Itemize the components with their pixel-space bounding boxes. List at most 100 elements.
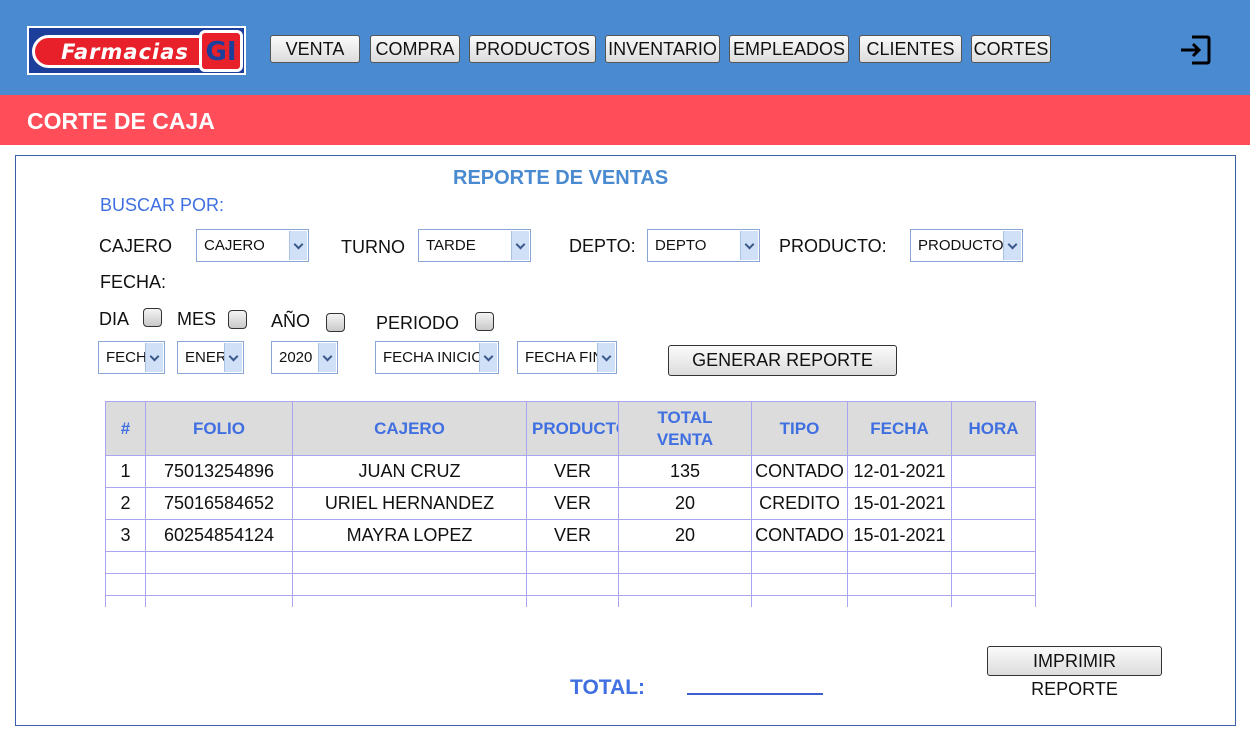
page-title: CORTE DE CAJA (27, 108, 215, 134)
page-title-bar: CORTE DE CAJA (0, 95, 1250, 145)
cell-cajero: URIEL HERNANDEZ (292, 487, 527, 520)
anio-select[interactable]: 2020 (271, 341, 338, 374)
nav-inventario-button[interactable]: INVENTARIO (605, 35, 720, 63)
nav-clientes-button[interactable]: CLIENTES (859, 35, 962, 63)
sales-table: # FOLIO CAJERO PRODUCTO TOTAL VENTA TIPO… (105, 401, 1036, 607)
cell-tipo (751, 573, 848, 596)
farmacias-logo: Farmacias GI (27, 26, 246, 75)
cell-folio: 60254854124 (145, 519, 293, 552)
cell-fecha: 15-01-2021 (847, 487, 952, 520)
chevron-down-icon (740, 231, 758, 260)
cell-hora (951, 551, 1036, 574)
cell-producto: VER (526, 487, 619, 520)
cell-hora (951, 487, 1036, 520)
cell-total: 20 (618, 519, 752, 552)
cell-tipo: CONTADO (751, 455, 848, 488)
cajero-label: CAJERO (99, 236, 173, 256)
cell-producto: VER (526, 519, 619, 552)
table-header-number: # (105, 401, 146, 456)
cell-fecha: 12-01-2021 (847, 455, 952, 488)
turno-label: TURNO (341, 237, 405, 257)
cell-producto (526, 595, 619, 607)
nav-cortes-button[interactable]: CORTES (971, 35, 1051, 63)
producto-label: PRODUCTO: (779, 236, 887, 256)
fecha-inicio-select[interactable]: FECHA INICIO (375, 341, 499, 374)
table-header-folio: FOLIO (145, 401, 293, 456)
generate-report-button[interactable]: GENERAR REPORTE (668, 345, 897, 376)
cell-number (105, 595, 146, 607)
table-header-hora: HORA (951, 401, 1036, 456)
fecha-select[interactable]: FECHA (98, 341, 165, 374)
logout-icon[interactable] (1178, 33, 1212, 67)
dia-label: DIA (99, 309, 130, 329)
mes-label: MES (177, 309, 217, 329)
logo-mark: GI (205, 37, 237, 67)
depto-label: DEPTO: (569, 236, 636, 256)
anio-label: AÑO (271, 311, 311, 331)
mes-select[interactable]: ENERO (177, 341, 244, 374)
cell-number: 1 (105, 455, 146, 488)
cell-hora (951, 455, 1036, 488)
cell-cajero (292, 595, 527, 607)
cell-number (105, 551, 146, 574)
chevron-down-icon (479, 343, 497, 372)
cell-folio: 75013254896 (145, 455, 293, 488)
producto-select[interactable]: PRODUCTO (910, 229, 1023, 262)
cell-producto (526, 573, 619, 596)
top-bar: Farmacias GI VENTA COMPRA PRODUCTOS INVE… (0, 0, 1250, 95)
search-by-label: BUSCAR POR: (100, 195, 225, 215)
cell-fecha (847, 595, 952, 607)
periodo-label: PERIODO (376, 313, 460, 333)
cell-hora (951, 595, 1036, 607)
cell-fecha (847, 573, 952, 596)
cell-total (618, 573, 752, 596)
table-header-tipo: TIPO (751, 401, 848, 456)
cell-cajero (292, 551, 527, 574)
cell-folio (145, 551, 293, 574)
cell-tipo (751, 551, 848, 574)
cell-hora (951, 519, 1036, 552)
cell-producto (526, 551, 619, 574)
chevron-down-icon (1003, 231, 1021, 260)
cell-total (618, 595, 752, 607)
periodo-checkbox[interactable] (475, 312, 494, 331)
cell-hora (951, 573, 1036, 596)
cell-number (105, 573, 146, 596)
mes-checkbox[interactable] (228, 310, 247, 329)
total-value-line (687, 693, 823, 695)
nav-productos-button[interactable]: PRODUCTOS (469, 35, 596, 63)
cell-tipo: CREDITO (751, 487, 848, 520)
cell-folio (145, 595, 293, 607)
fecha-fin-select[interactable]: FECHA FIN (517, 341, 617, 374)
chevron-down-icon (597, 343, 615, 372)
cell-cajero: MAYRA LOPEZ (292, 519, 527, 552)
logo-text: Farmacias (61, 40, 189, 64)
cell-producto: VER (526, 455, 619, 488)
cell-fecha: 15-01-2021 (847, 519, 952, 552)
cell-folio: 75016584652 (145, 487, 293, 520)
fecha-label: FECHA: (100, 272, 167, 292)
chevron-down-icon (318, 343, 336, 372)
turno-select[interactable]: TARDE (418, 229, 531, 262)
cell-tipo: CONTADO (751, 519, 848, 552)
nav-compra-button[interactable]: COMPRA (370, 35, 460, 63)
nav-empleados-button[interactable]: EMPLEADOS (729, 35, 849, 63)
cell-cajero (292, 573, 527, 596)
depto-select[interactable]: DEPTO (647, 229, 760, 262)
cell-tipo (751, 595, 848, 607)
print-report-button[interactable]: IMPRIMIR REPORTE (987, 646, 1162, 699)
total-label: TOTAL: (570, 676, 646, 699)
chevron-down-icon (145, 343, 163, 372)
dia-checkbox[interactable] (143, 308, 162, 327)
chevron-down-icon (289, 231, 307, 260)
report-title: REPORTE DE VENTAS (453, 167, 669, 189)
cell-cajero: JUAN CRUZ (292, 455, 527, 488)
report-panel: REPORTE DE VENTAS BUSCAR POR: CAJERO CAJ… (15, 155, 1236, 726)
nav-venta-button[interactable]: VENTA (270, 35, 360, 63)
cell-total (618, 551, 752, 574)
table-header-total-venta: TOTAL VENTA (618, 401, 752, 456)
cajero-select[interactable]: CAJERO (196, 229, 309, 262)
anio-checkbox[interactable] (326, 313, 345, 332)
cell-folio (145, 573, 293, 596)
chevron-down-icon (511, 231, 529, 260)
